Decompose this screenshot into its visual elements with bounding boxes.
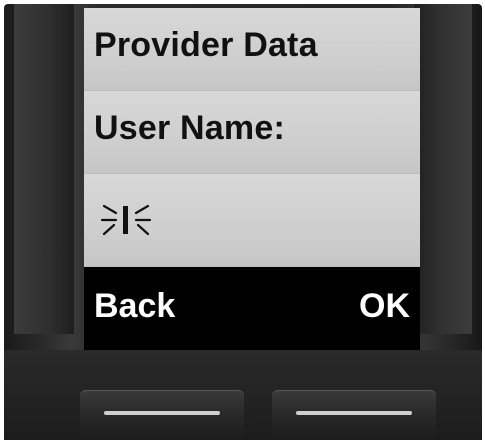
right-bezel <box>414 4 472 334</box>
left-bezel <box>14 4 74 334</box>
screen-title: Provider Data <box>94 26 318 64</box>
field-label-row: User Name: <box>84 91 420 174</box>
title-row: Provider Data <box>84 8 420 91</box>
back-softkey-label[interactable]: Back <box>94 287 175 326</box>
softkey-bar: Back OK <box>84 267 420 350</box>
left-softkey-bar-icon <box>104 411 220 415</box>
left-softkey-button[interactable] <box>80 390 244 438</box>
user-name-input[interactable] <box>84 174 420 267</box>
ok-softkey-label[interactable]: OK <box>359 287 410 326</box>
blinking-cursor-icon <box>98 192 154 248</box>
display-screen: Provider Data User Name: Back OK <box>84 8 420 350</box>
right-softkey-bar-icon <box>296 411 412 415</box>
right-softkey-button[interactable] <box>272 390 436 438</box>
keypad-area <box>4 350 482 440</box>
user-name-label: User Name: <box>94 109 285 147</box>
phone-device: Provider Data User Name: Back OK <box>4 4 482 440</box>
